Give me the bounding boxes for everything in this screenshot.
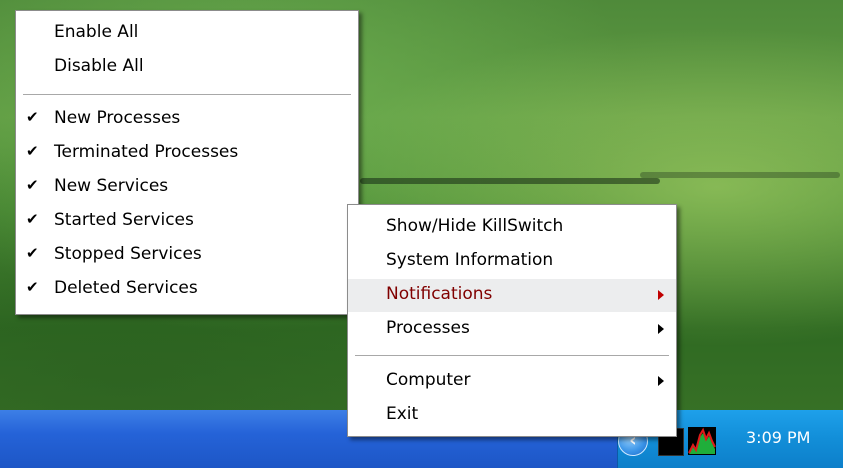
menu-item-label: Enable All xyxy=(54,22,139,42)
submenu-arrow-icon xyxy=(658,324,664,334)
performance-graph-icon xyxy=(688,427,716,455)
menu-item-label: Exit xyxy=(386,404,419,424)
checkmark-icon: ✔ xyxy=(26,210,39,228)
menu-item-label: Terminated Processes xyxy=(54,142,239,162)
menu-separator xyxy=(23,94,351,95)
menu-item-exit[interactable]: Exit xyxy=(348,399,676,432)
menu-item-new-processes[interactable]: ✔ New Processes xyxy=(16,103,358,136)
menu-separator xyxy=(355,355,669,356)
taskbar-clock[interactable]: 3:09 PM xyxy=(746,428,810,447)
menu-item-new-services[interactable]: ✔ New Services xyxy=(16,171,358,204)
wallpaper-detail xyxy=(640,172,840,178)
menu-item-label: Disable All xyxy=(54,56,144,76)
menu-item-label: Processes xyxy=(386,318,470,338)
menu-item-terminated-processes[interactable]: ✔ Terminated Processes xyxy=(16,137,358,170)
menu-item-label: Deleted Services xyxy=(54,278,198,298)
wallpaper-detail xyxy=(360,178,660,184)
menu-item-label: Stopped Services xyxy=(54,244,202,264)
menu-item-notifications[interactable]: Notifications xyxy=(348,279,676,312)
submenu-arrow-icon xyxy=(658,290,664,300)
checkmark-icon: ✔ xyxy=(26,142,39,160)
menu-item-deleted-services[interactable]: ✔ Deleted Services xyxy=(16,273,358,306)
checkmark-icon: ✔ xyxy=(26,176,39,194)
menu-item-label: New Processes xyxy=(54,108,181,128)
menu-item-label: Show/Hide KillSwitch xyxy=(386,216,564,236)
menu-item-started-services[interactable]: ✔ Started Services xyxy=(16,205,358,238)
menu-item-enable-all[interactable]: Enable All xyxy=(16,17,358,50)
tray-context-menu: Show/Hide KillSwitch System Information … xyxy=(347,204,677,437)
checkmark-icon: ✔ xyxy=(26,278,39,296)
menu-item-label: Computer xyxy=(386,370,471,390)
performance-graph-tray-icon[interactable] xyxy=(688,427,716,455)
menu-item-computer[interactable]: Computer xyxy=(348,365,676,398)
menu-item-label: System Information xyxy=(386,250,554,270)
notifications-submenu: Enable All Disable All ✔ New Processes ✔… xyxy=(15,10,359,315)
menu-item-processes[interactable]: Processes xyxy=(348,313,676,346)
menu-item-disable-all[interactable]: Disable All xyxy=(16,51,358,84)
submenu-arrow-icon xyxy=(658,376,664,386)
menu-item-label: New Services xyxy=(54,176,169,196)
menu-item-show-hide-killswitch[interactable]: Show/Hide KillSwitch xyxy=(348,211,676,244)
menu-item-system-information[interactable]: System Information xyxy=(348,245,676,278)
checkmark-icon: ✔ xyxy=(26,108,39,126)
menu-item-label: Notifications xyxy=(386,284,493,304)
menu-item-stopped-services[interactable]: ✔ Stopped Services xyxy=(16,239,358,272)
menu-item-label: Started Services xyxy=(54,210,194,230)
checkmark-icon: ✔ xyxy=(26,244,39,262)
